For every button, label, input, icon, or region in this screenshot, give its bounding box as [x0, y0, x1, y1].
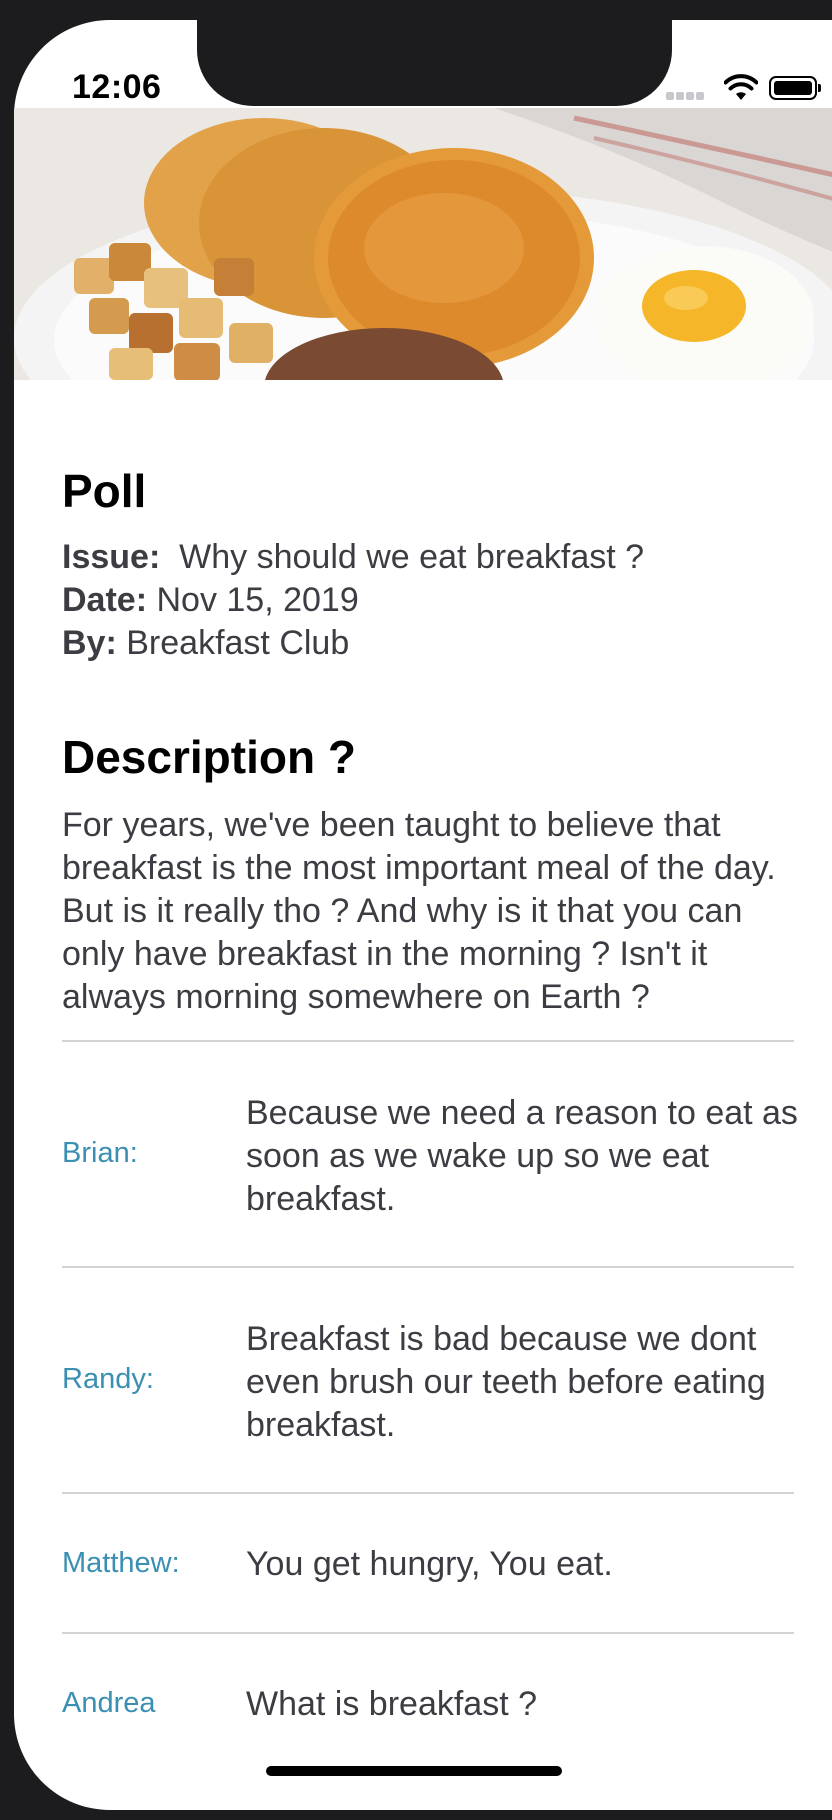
- answer-author: Brian:: [62, 1137, 138, 1169]
- answer-text: Breakfast is bad because we dont even br…: [246, 1320, 766, 1444]
- divider: [62, 1266, 794, 1268]
- battery-icon: [769, 76, 821, 100]
- date-label: Date:: [62, 581, 148, 619]
- answer-author: Matthew:: [62, 1547, 180, 1579]
- poll-title: Poll: [62, 465, 147, 517]
- poll-meta: Issue: Why should we eat breakfast ? Dat…: [62, 536, 644, 665]
- answer-author: Randy:: [62, 1363, 154, 1395]
- issue-label: Issue:: [62, 538, 161, 576]
- home-indicator[interactable]: [266, 1766, 562, 1776]
- divider: [62, 1492, 794, 1494]
- divider: [62, 1040, 794, 1042]
- answer-author: Andrea: [62, 1687, 156, 1719]
- answer-text: Because we need a reason to eat as soon …: [246, 1094, 798, 1218]
- date-value: Nov 15, 2019: [156, 581, 359, 619]
- divider: [62, 1632, 794, 1634]
- breakfast-image: [14, 108, 832, 380]
- phone-screen: 12:06 Poll Issue: Why should we eat brea…: [14, 20, 832, 1810]
- wifi-icon: [724, 74, 758, 100]
- answer-text: What is breakfast ?: [246, 1685, 538, 1723]
- by-value: Breakfast Club: [126, 624, 350, 662]
- by-row: By: Breakfast Club: [62, 622, 644, 665]
- status-time: 12:06: [72, 68, 162, 106]
- issue-value: Why should we eat breakfast ?: [179, 538, 645, 576]
- issue-row: Issue: Why should we eat breakfast ?: [62, 536, 644, 579]
- description-text: For years, we've been taught to believe …: [62, 806, 776, 1016]
- by-label: By:: [62, 624, 117, 662]
- answer-text: You get hungry, You eat.: [246, 1545, 613, 1583]
- description-title: Description ?: [62, 731, 356, 783]
- notch: [197, 20, 672, 106]
- cellular-signal-icon: [666, 90, 706, 100]
- date-row: Date: Nov 15, 2019: [62, 579, 644, 622]
